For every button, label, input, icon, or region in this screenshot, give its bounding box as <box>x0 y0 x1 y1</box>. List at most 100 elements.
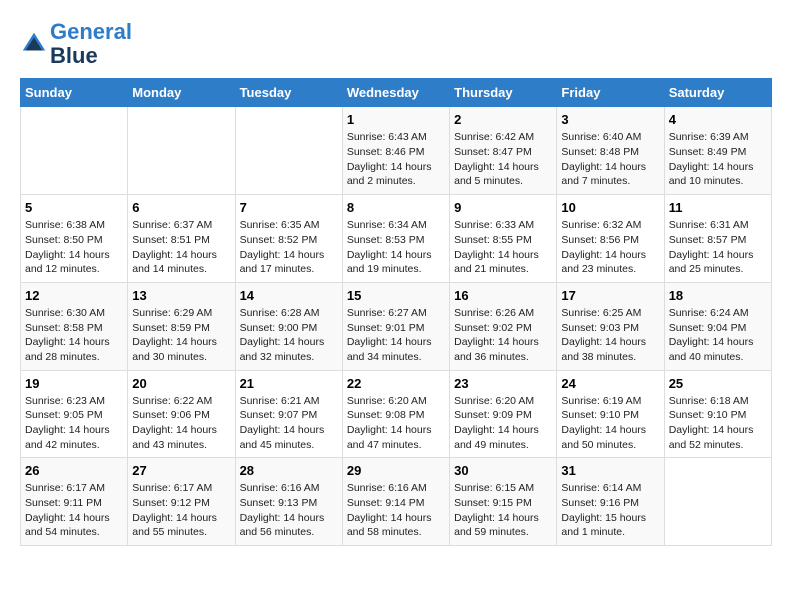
logo-text: General Blue <box>50 20 132 68</box>
weekday-header: Sunday <box>21 79 128 107</box>
day-number: 7 <box>240 200 338 215</box>
day-info: Sunrise: 6:35 AM Sunset: 8:52 PM Dayligh… <box>240 218 338 277</box>
calendar-cell: 6 Sunrise: 6:37 AM Sunset: 8:51 PM Daylig… <box>128 195 235 283</box>
calendar-cell: 17 Sunrise: 6:25 AM Sunset: 9:03 PM Dayli… <box>557 282 664 370</box>
day-number: 25 <box>669 376 767 391</box>
day-info: Sunrise: 6:34 AM Sunset: 8:53 PM Dayligh… <box>347 218 445 277</box>
day-number: 14 <box>240 288 338 303</box>
day-number: 9 <box>454 200 552 215</box>
calendar-cell: 16Sunrise: 6:26 AM Sunset: 9:02 PM Dayli… <box>450 282 557 370</box>
day-number: 12 <box>25 288 123 303</box>
day-info: Sunrise: 6:33 AM Sunset: 8:55 PM Dayligh… <box>454 218 552 277</box>
calendar-cell: 21 Sunrise: 6:21 AM Sunset: 9:07 PM Dayli… <box>235 370 342 458</box>
day-info: Sunrise: 6:21 AM Sunset: 9:07 PM Dayligh… <box>240 394 338 453</box>
day-number: 31 <box>561 463 659 478</box>
day-info: Sunrise: 6:14 AM Sunset: 9:16 PM Dayligh… <box>561 481 659 540</box>
weekday-header: Saturday <box>664 79 771 107</box>
calendar-cell <box>21 107 128 195</box>
day-number: 16 <box>454 288 552 303</box>
calendar-table: SundayMondayTuesdayWednesdayThursdayFrid… <box>20 78 772 546</box>
calendar-week-row: 5 Sunrise: 6:38 AM Sunset: 8:50 PM Daylig… <box>21 195 772 283</box>
calendar-cell: 5 Sunrise: 6:38 AM Sunset: 8:50 PM Daylig… <box>21 195 128 283</box>
calendar-cell: 15 Sunrise: 6:27 AM Sunset: 9:01 PM Dayli… <box>342 282 449 370</box>
calendar-cell: 20 Sunrise: 6:22 AM Sunset: 9:06 PM Dayli… <box>128 370 235 458</box>
weekday-header: Thursday <box>450 79 557 107</box>
day-info: Sunrise: 6:19 AM Sunset: 9:10 PM Dayligh… <box>561 394 659 453</box>
day-info: Sunrise: 6:25 AM Sunset: 9:03 PM Dayligh… <box>561 306 659 365</box>
day-number: 21 <box>240 376 338 391</box>
calendar-cell: 31 Sunrise: 6:14 AM Sunset: 9:16 PM Dayli… <box>557 458 664 546</box>
calendar-cell: 25 Sunrise: 6:18 AM Sunset: 9:10 PM Dayli… <box>664 370 771 458</box>
day-info: Sunrise: 6:20 AM Sunset: 9:09 PM Dayligh… <box>454 394 552 453</box>
day-info: Sunrise: 6:15 AM Sunset: 9:15 PM Dayligh… <box>454 481 552 540</box>
calendar-cell: 27 Sunrise: 6:17 AM Sunset: 9:12 PM Dayli… <box>128 458 235 546</box>
calendar-cell: 1Sunrise: 6:43 AM Sunset: 8:46 PM Daylig… <box>342 107 449 195</box>
day-number: 1 <box>347 112 445 127</box>
day-number: 28 <box>240 463 338 478</box>
day-number: 19 <box>25 376 123 391</box>
weekday-header: Tuesday <box>235 79 342 107</box>
day-info: Sunrise: 6:38 AM Sunset: 8:50 PM Dayligh… <box>25 218 123 277</box>
calendar-cell: 7 Sunrise: 6:35 AM Sunset: 8:52 PM Daylig… <box>235 195 342 283</box>
day-number: 18 <box>669 288 767 303</box>
weekday-header: Friday <box>557 79 664 107</box>
day-number: 13 <box>132 288 230 303</box>
day-number: 23 <box>454 376 552 391</box>
day-info: Sunrise: 6:40 AM Sunset: 8:48 PM Dayligh… <box>561 130 659 189</box>
calendar-header: SundayMondayTuesdayWednesdayThursdayFrid… <box>21 79 772 107</box>
day-number: 6 <box>132 200 230 215</box>
day-number: 4 <box>669 112 767 127</box>
calendar-cell: 30 Sunrise: 6:15 AM Sunset: 9:15 PM Dayli… <box>450 458 557 546</box>
calendar-week-row: 19 Sunrise: 6:23 AM Sunset: 9:05 PM Dayli… <box>21 370 772 458</box>
calendar-week-row: 1Sunrise: 6:43 AM Sunset: 8:46 PM Daylig… <box>21 107 772 195</box>
day-number: 8 <box>347 200 445 215</box>
calendar-week-row: 26 Sunrise: 6:17 AM Sunset: 9:11 PM Dayli… <box>21 458 772 546</box>
calendar-cell: 19 Sunrise: 6:23 AM Sunset: 9:05 PM Dayli… <box>21 370 128 458</box>
calendar-cell <box>128 107 235 195</box>
day-info: Sunrise: 6:31 AM Sunset: 8:57 PM Dayligh… <box>669 218 767 277</box>
calendar-cell: 8 Sunrise: 6:34 AM Sunset: 8:53 PM Daylig… <box>342 195 449 283</box>
weekday-header: Wednesday <box>342 79 449 107</box>
day-info: Sunrise: 6:20 AM Sunset: 9:08 PM Dayligh… <box>347 394 445 453</box>
day-number: 17 <box>561 288 659 303</box>
day-number: 3 <box>561 112 659 127</box>
day-number: 26 <box>25 463 123 478</box>
calendar-cell: 2 Sunrise: 6:42 AM Sunset: 8:47 PM Daylig… <box>450 107 557 195</box>
day-number: 2 <box>454 112 552 127</box>
day-info: Sunrise: 6:18 AM Sunset: 9:10 PM Dayligh… <box>669 394 767 453</box>
day-number: 11 <box>669 200 767 215</box>
day-info: Sunrise: 6:22 AM Sunset: 9:06 PM Dayligh… <box>132 394 230 453</box>
calendar-cell <box>664 458 771 546</box>
calendar-cell: 9 Sunrise: 6:33 AM Sunset: 8:55 PM Daylig… <box>450 195 557 283</box>
day-info: Sunrise: 6:17 AM Sunset: 9:12 PM Dayligh… <box>132 481 230 540</box>
day-info: Sunrise: 6:17 AM Sunset: 9:11 PM Dayligh… <box>25 481 123 540</box>
day-number: 10 <box>561 200 659 215</box>
day-info: Sunrise: 6:39 AM Sunset: 8:49 PM Dayligh… <box>669 130 767 189</box>
day-number: 15 <box>347 288 445 303</box>
day-number: 24 <box>561 376 659 391</box>
calendar-cell: 28Sunrise: 6:16 AM Sunset: 9:13 PM Dayli… <box>235 458 342 546</box>
day-number: 30 <box>454 463 552 478</box>
calendar-week-row: 12 Sunrise: 6:30 AM Sunset: 8:58 PM Dayli… <box>21 282 772 370</box>
day-info: Sunrise: 6:23 AM Sunset: 9:05 PM Dayligh… <box>25 394 123 453</box>
calendar-cell: 14 Sunrise: 6:28 AM Sunset: 9:00 PM Dayli… <box>235 282 342 370</box>
page-header: General Blue <box>20 20 772 68</box>
calendar-cell: 3 Sunrise: 6:40 AM Sunset: 8:48 PM Daylig… <box>557 107 664 195</box>
logo: General Blue <box>20 20 132 68</box>
day-info: Sunrise: 6:16 AM Sunset: 9:14 PM Dayligh… <box>347 481 445 540</box>
day-number: 20 <box>132 376 230 391</box>
day-info: Sunrise: 6:29 AM Sunset: 8:59 PM Dayligh… <box>132 306 230 365</box>
calendar-cell: 10Sunrise: 6:32 AM Sunset: 8:56 PM Dayli… <box>557 195 664 283</box>
day-number: 5 <box>25 200 123 215</box>
calendar-cell: 12 Sunrise: 6:30 AM Sunset: 8:58 PM Dayli… <box>21 282 128 370</box>
calendar-cell <box>235 107 342 195</box>
day-number: 29 <box>347 463 445 478</box>
day-info: Sunrise: 6:27 AM Sunset: 9:01 PM Dayligh… <box>347 306 445 365</box>
calendar-cell: 13 Sunrise: 6:29 AM Sunset: 8:59 PM Dayli… <box>128 282 235 370</box>
day-number: 22 <box>347 376 445 391</box>
day-info: Sunrise: 6:28 AM Sunset: 9:00 PM Dayligh… <box>240 306 338 365</box>
day-number: 27 <box>132 463 230 478</box>
day-info: Sunrise: 6:42 AM Sunset: 8:47 PM Dayligh… <box>454 130 552 189</box>
day-info: Sunrise: 6:37 AM Sunset: 8:51 PM Dayligh… <box>132 218 230 277</box>
day-info: Sunrise: 6:30 AM Sunset: 8:58 PM Dayligh… <box>25 306 123 365</box>
